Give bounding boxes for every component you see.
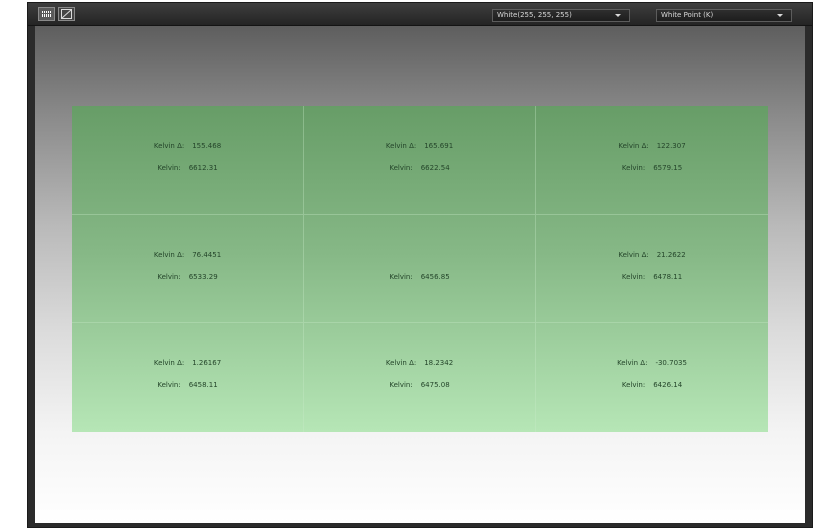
kelvin-label: Kelvin: (621, 272, 646, 281)
kelvin-delta-value: 1.26167 (192, 359, 222, 368)
kelvin-label: Kelvin: (389, 381, 413, 390)
kelvin-delta-label: Kelvin Δ: (153, 359, 185, 368)
kelvin-label: Kelvin: (621, 164, 646, 172)
grid-cell-3[interactable]: Kelvin Δ: 122.307 Kelvin: 6579.15 (536, 106, 768, 215)
kelvin-label: Kelvin: (621, 381, 646, 390)
kelvin-delta-label: Kelvin Δ: (153, 142, 185, 150)
kelvin-row: Kelvin: 6475.08 (304, 381, 535, 389)
kelvin-row: Kelvin: 6622.54 (304, 164, 535, 172)
kelvin-delta-row: Kelvin Δ: 1.26167 (72, 359, 303, 367)
kelvin-delta-label: Kelvin Δ: (617, 359, 648, 368)
kelvin-row: Kelvin: 6579.15 (536, 164, 768, 172)
color-select[interactable]: White(255, 255, 255) (492, 9, 630, 22)
kelvin-delta-row: Kelvin Δ: -30.7035 (536, 359, 768, 367)
measurement-mode-value: White Point (K) (661, 11, 714, 19)
kelvin-row: Kelvin: 6458.11 (72, 381, 303, 389)
uniformity-grid: Kelvin Δ: 155.468 Kelvin: 6612.31 Kelvin Δ… (72, 106, 768, 432)
kelvin-delta-row: Kelvin Δ: 21.2622 (536, 251, 768, 259)
kelvin-delta-value: 165.691 (424, 142, 454, 150)
kelvin-delta-value: 18.2342 (424, 359, 454, 368)
kelvin-delta-value: 76.4451 (192, 250, 222, 259)
grid-cell-7[interactable]: Kelvin Δ: 1.26167 Kelvin: 6458.11 (72, 323, 304, 432)
kelvin-value: 6475.08 (420, 381, 450, 390)
kelvin-delta-label: Kelvin Δ: (385, 359, 417, 368)
grid-view-button[interactable] (38, 7, 55, 21)
kelvin-delta-value: 155.468 (192, 142, 222, 150)
kelvin-row: Kelvin: 6612.31 (72, 164, 303, 172)
grid-cell-5-reference[interactable]: Kelvin: 6456.85 (304, 214, 536, 324)
kelvin-delta-row: Kelvin Δ: 155.468 (72, 142, 303, 150)
grid-cell-8[interactable]: Kelvin Δ: 18.2342 Kelvin: 6475.08 (304, 323, 536, 432)
kelvin-row: Kelvin: 6456.85 (304, 273, 535, 281)
kelvin-delta-label: Kelvin Δ: (385, 142, 417, 150)
kelvin-value: 6622.54 (420, 164, 450, 172)
kelvin-delta-value: 21.2622 (656, 250, 686, 259)
kelvin-label: Kelvin: (389, 164, 413, 172)
curve-icon (61, 9, 72, 19)
measurement-mode-select[interactable]: White Point (K) (656, 9, 792, 22)
kelvin-delta-label: Kelvin Δ: (618, 142, 649, 150)
grid-cell-1[interactable]: Kelvin Δ: 155.468 Kelvin: 6612.31 (72, 106, 304, 215)
kelvin-delta-label: Kelvin Δ: (153, 250, 185, 259)
kelvin-row: Kelvin: 6533.29 (72, 273, 303, 281)
kelvin-label: Kelvin: (157, 381, 181, 390)
color-select-value: White(255, 255, 255) (497, 11, 572, 19)
chevron-down-icon (777, 14, 783, 17)
kelvin-value: 6458.11 (188, 381, 218, 390)
kelvin-row: Kelvin: 6426.14 (536, 381, 768, 389)
kelvin-value: 6612.31 (188, 164, 218, 172)
kelvin-delta-row: Kelvin Δ: 122.307 (536, 142, 768, 150)
kelvin-label: Kelvin: (157, 164, 181, 172)
kelvin-value: 6579.15 (653, 164, 683, 172)
grid-cell-9[interactable]: Kelvin Δ: -30.7035 Kelvin: 6426.14 (536, 323, 768, 432)
grid-cell-2[interactable]: Kelvin Δ: 165.691 Kelvin: 6622.54 (304, 106, 536, 215)
kelvin-delta-row: Kelvin Δ: 76.4451 (72, 251, 303, 259)
measurement-canvas: Kelvin Δ: 155.468 Kelvin: 6612.31 Kelvin Δ… (35, 26, 805, 523)
kelvin-label: Kelvin: (389, 272, 413, 281)
chevron-down-icon (615, 14, 621, 17)
kelvin-delta-row: Kelvin Δ: 18.2342 (304, 359, 535, 367)
grid-icon (42, 11, 51, 17)
grid-cell-6[interactable]: Kelvin Δ: 21.2622 Kelvin: 6478.11 (536, 215, 768, 324)
curve-view-button[interactable] (58, 7, 75, 21)
kelvin-label: Kelvin: (157, 272, 181, 281)
kelvin-delta-value: 122.307 (656, 142, 686, 150)
kelvin-delta-label: Kelvin Δ: (618, 250, 649, 259)
kelvin-row: Kelvin: 6478.11 (536, 273, 768, 281)
kelvin-value: 6456.85 (420, 272, 450, 281)
kelvin-value: 6426.14 (653, 381, 683, 390)
kelvin-value: 6533.29 (188, 272, 218, 281)
toolbar: White(255, 255, 255) White Point (K) (28, 3, 812, 26)
kelvin-value: 6478.11 (653, 272, 683, 281)
uniformity-window: White(255, 255, 255) White Point (K) Kel… (27, 2, 813, 528)
kelvin-delta-value: -30.7035 (655, 359, 687, 368)
grid-cell-4[interactable]: Kelvin Δ: 76.4451 Kelvin: 6533.29 (72, 214, 304, 324)
kelvin-delta-row: Kelvin Δ: 165.691 (304, 142, 535, 150)
